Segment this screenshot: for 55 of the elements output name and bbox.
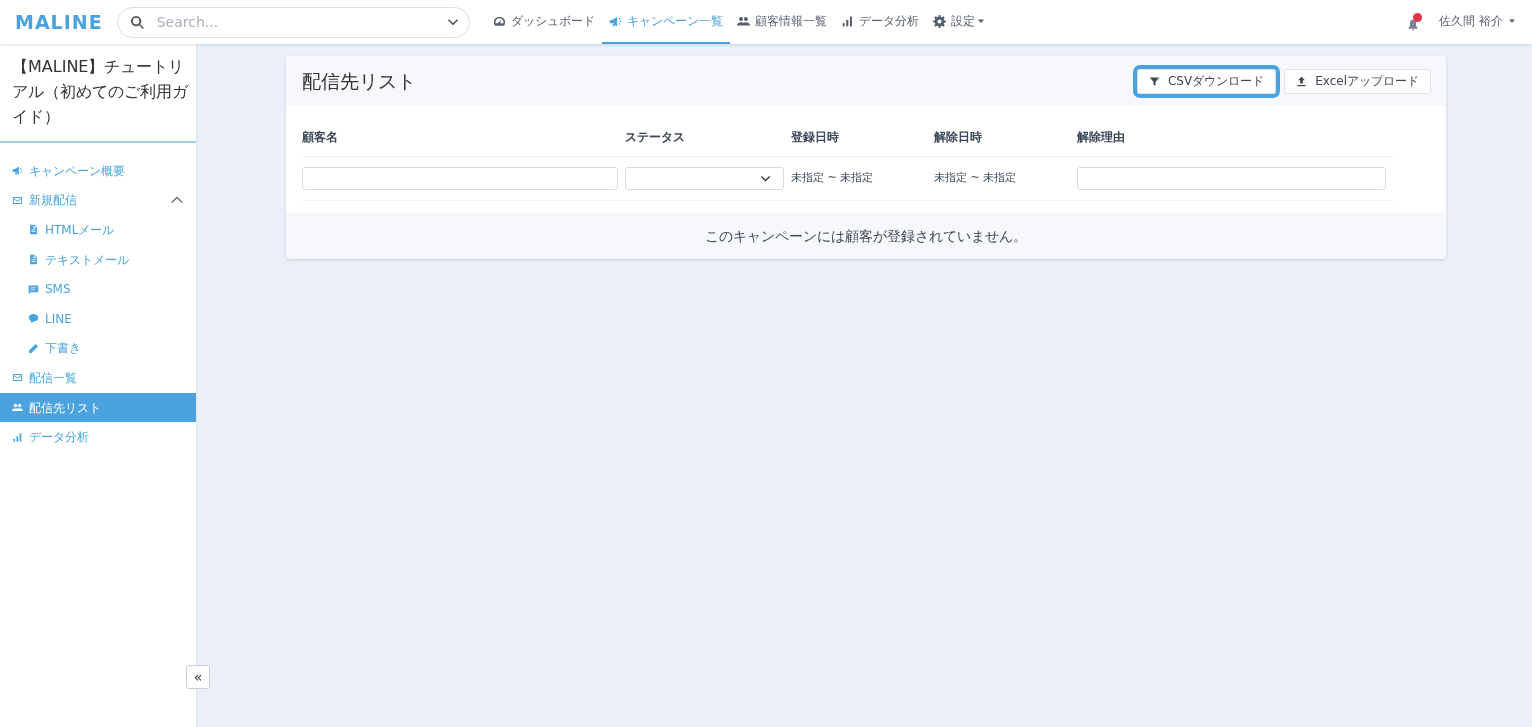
- nav-link[interactable]: 設定: [925, 0, 992, 44]
- sidebar-subitem[interactable]: テキストメール: [0, 244, 196, 275]
- upload-icon: [1296, 75, 1308, 87]
- nav-link[interactable]: ダッシュボード: [485, 0, 602, 44]
- sidebar-subitem[interactable]: LINE: [0, 303, 196, 334]
- bar-chart-icon: [840, 14, 854, 28]
- sidebar-subitem[interactable]: SMS: [0, 274, 196, 304]
- column-header: 登録日時: [791, 106, 934, 157]
- bar-chart-icon: [12, 431, 23, 443]
- column-header: ステータス: [625, 106, 791, 157]
- sidebar-subitem[interactable]: 下書き: [0, 333, 196, 364]
- sidebar-item[interactable]: キャンペーン概要: [0, 156, 196, 186]
- logo[interactable]: MALINE: [15, 7, 103, 37]
- caret-icon: [1508, 17, 1516, 25]
- upload-button[interactable]: Excelアップロード: [1284, 68, 1431, 94]
- notification-bell[interactable]: [1407, 15, 1424, 29]
- sidebar-subitem[interactable]: HTMLメール: [0, 215, 196, 245]
- megaphone-icon: [12, 165, 23, 177]
- pencil-icon: [28, 342, 39, 354]
- nav-link[interactable]: データ分析: [833, 0, 926, 44]
- sidebar-item[interactable]: 配信一覧: [0, 363, 196, 393]
- document-icon: [28, 224, 39, 236]
- column-header: 顧客名: [302, 106, 625, 157]
- people-icon: [736, 14, 750, 28]
- column-header: 解除日時: [934, 106, 1077, 157]
- collapse-sidebar-button[interactable]: «: [186, 665, 210, 689]
- bell-icon: [1407, 18, 1420, 31]
- status-select[interactable]: [625, 167, 784, 190]
- empty-message: このキャンペーンには顧客が登録されていません。: [286, 213, 1446, 259]
- sidebar-item[interactable]: データ分析: [0, 422, 196, 452]
- card-title: 配信先リスト: [302, 69, 416, 93]
- megaphone-icon: [608, 14, 622, 28]
- campaign-title: 【MALINE】チュートリアル（初めてのご利用ガイド）: [0, 44, 196, 143]
- sidebar-item[interactable]: 新規配信: [0, 185, 196, 216]
- nav-link[interactable]: キャンペーン一覧: [601, 0, 730, 44]
- caret-icon: [976, 17, 985, 25]
- chevron-down-icon: [760, 173, 771, 184]
- gear-icon: [932, 14, 946, 28]
- envelope-icon: [12, 372, 23, 384]
- column-header: 解除理由: [1077, 106, 1393, 157]
- speech-bubble-icon: [28, 313, 39, 325]
- filter-input[interactable]: [302, 167, 618, 190]
- envelope-icon: [12, 194, 23, 206]
- search-icon: [129, 14, 145, 30]
- filter-input[interactable]: [1077, 167, 1386, 190]
- people-icon: [12, 402, 23, 414]
- user-menu[interactable]: 佐久間 裕介: [1439, 0, 1516, 44]
- chat-icon: [28, 283, 39, 295]
- document-icon: [28, 254, 39, 266]
- date-range[interactable]: 未指定 ~ 未指定: [791, 170, 874, 187]
- gauge-icon: [492, 14, 506, 28]
- sidebar-item[interactable]: 配信先リスト: [0, 392, 196, 423]
- filter-icon: [1149, 75, 1160, 87]
- date-range[interactable]: 未指定 ~ 未指定: [934, 170, 1017, 187]
- nav-link[interactable]: 顧客情報一覧: [729, 0, 834, 44]
